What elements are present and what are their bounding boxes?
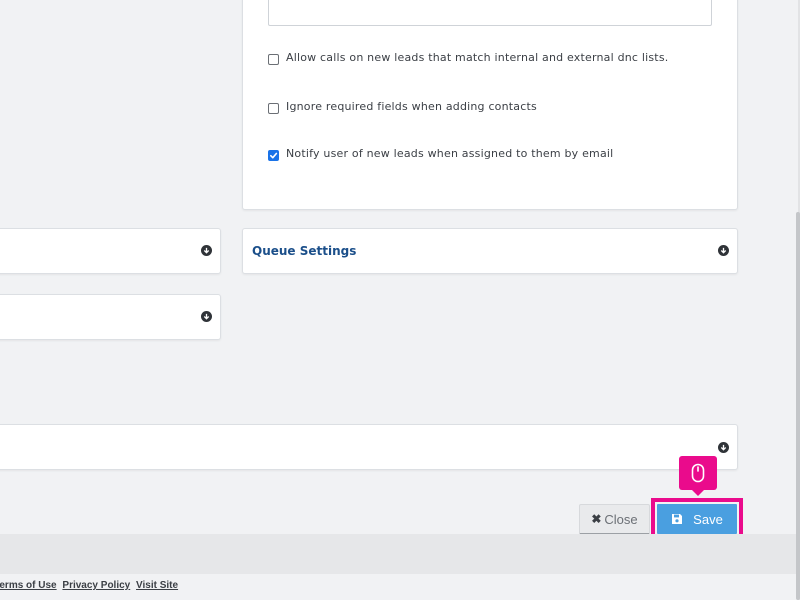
allow-calls-checkbox[interactable] bbox=[268, 54, 279, 65]
page-scrollbar[interactable] bbox=[796, 212, 800, 600]
expand-arrow-icon[interactable] bbox=[718, 245, 729, 256]
visit-site-link[interactable]: Visit Site bbox=[136, 580, 178, 591]
wide-collapsed-panel[interactable] bbox=[0, 424, 738, 470]
ignore-required-checkbox[interactable] bbox=[268, 103, 279, 114]
footer-links: Terms of Use Privacy Policy Visit Site bbox=[0, 580, 181, 591]
save-button-label: Save bbox=[693, 511, 723, 527]
mouse-icon bbox=[691, 463, 705, 483]
settings-text-field[interactable] bbox=[268, 0, 712, 26]
queue-settings-title[interactable]: Queue Settings bbox=[252, 244, 356, 258]
allow-calls-label: Allow calls on new leads that match inte… bbox=[286, 51, 669, 64]
queue-settings-panel[interactable]: Queue Settings bbox=[242, 228, 738, 274]
terms-of-use-link[interactable]: Terms of Use bbox=[0, 580, 57, 591]
allow-calls-option[interactable]: Allow calls on new leads that match inte… bbox=[268, 51, 668, 65]
left-collapsed-panel-1[interactable] bbox=[0, 228, 221, 274]
click-hint-tooltip bbox=[679, 456, 717, 496]
expand-arrow-icon[interactable] bbox=[201, 245, 212, 256]
expand-arrow-icon[interactable] bbox=[718, 442, 729, 453]
left-collapsed-panel-2[interactable] bbox=[0, 294, 221, 340]
x-icon: ✖ bbox=[591, 512, 602, 526]
privacy-policy-link[interactable]: Privacy Policy bbox=[62, 580, 130, 591]
footer-band bbox=[0, 534, 798, 574]
save-button[interactable]: Save bbox=[657, 504, 737, 534]
checkmark-icon bbox=[269, 152, 278, 159]
close-button-label: Close bbox=[604, 511, 638, 527]
close-button[interactable]: ✖ Close bbox=[579, 504, 650, 535]
notify-user-label: Notify user of new leads when assigned t… bbox=[286, 147, 614, 160]
notify-user-option[interactable]: Notify user of new leads when assigned t… bbox=[268, 147, 613, 161]
ignore-required-label: Ignore required fields when adding conta… bbox=[286, 100, 537, 113]
expand-arrow-icon[interactable] bbox=[201, 311, 212, 322]
floppy-disk-icon bbox=[672, 514, 683, 524]
notify-user-checkbox[interactable] bbox=[268, 150, 279, 161]
ignore-required-option[interactable]: Ignore required fields when adding conta… bbox=[268, 100, 537, 114]
